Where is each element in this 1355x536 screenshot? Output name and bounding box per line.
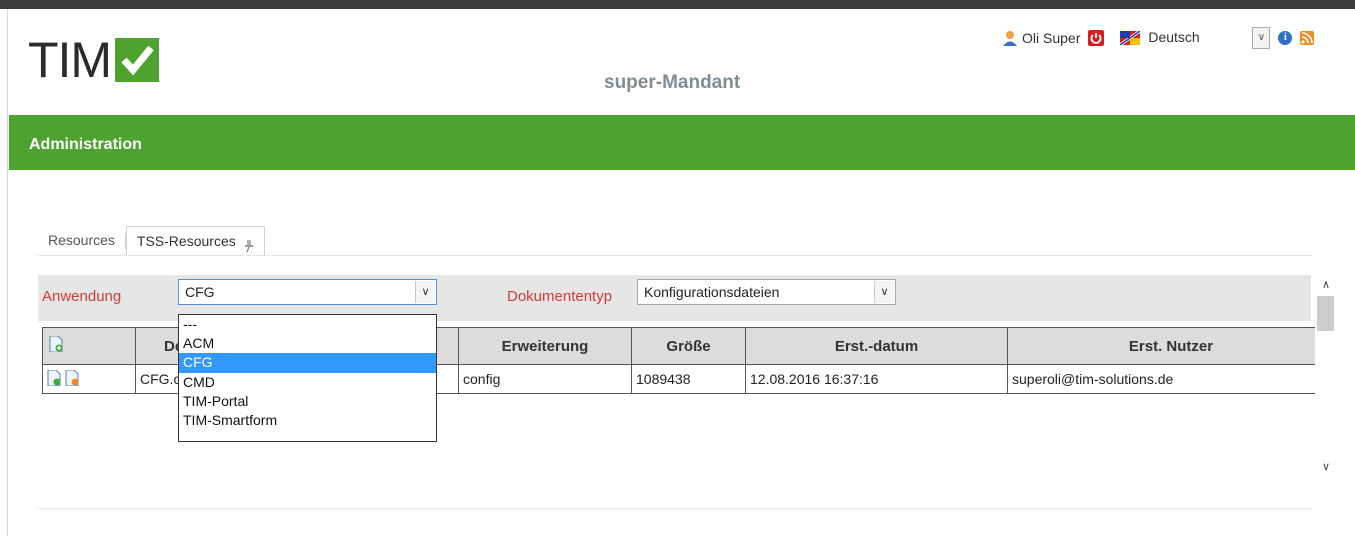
dropdown-option[interactable]: ---	[179, 315, 436, 334]
administration-title[interactable]: Administration	[29, 136, 142, 154]
dokumententyp-value: Konfigurationsdateien	[644, 284, 780, 300]
chevron-down-icon[interactable]: ∨	[874, 281, 894, 303]
delete-document-icon[interactable]	[65, 369, 79, 386]
user-icon	[1002, 30, 1018, 46]
tab-label: TSS-Resources	[136, 233, 236, 249]
language-value: Deutsch	[1148, 29, 1200, 45]
language-select[interactable]: Deutsch ∨	[1146, 27, 1271, 49]
dropdown-option[interactable]: TIM-Portal	[179, 392, 436, 411]
logo-text: TIM	[28, 32, 112, 88]
anwendung-select[interactable]: CFG ∨	[178, 279, 437, 305]
tab-bar: Resources TSS-Resources	[38, 226, 265, 256]
logout-icon[interactable]	[1088, 30, 1105, 46]
column-header[interactable]: Größe	[631, 327, 746, 365]
window-left-border	[0, 9, 8, 536]
chevron-down-icon[interactable]: ∨	[1252, 27, 1271, 49]
cell-date: 12.08.2016 16:37:16	[745, 364, 1008, 394]
cell-extension: config	[458, 364, 632, 394]
row-actions	[42, 364, 136, 394]
flag-icon	[1119, 29, 1142, 47]
column-header[interactable]: Erst.-datum	[745, 327, 1008, 365]
vertical-scrollbar[interactable]: ∧ ∨	[1315, 274, 1337, 476]
tim-logo[interactable]: TIM	[28, 32, 160, 88]
user-name[interactable]: Oli Super	[1022, 30, 1080, 46]
anwendung-value: CFG	[185, 284, 215, 300]
edit-document-icon[interactable]	[47, 369, 61, 386]
dropdown-option-selected[interactable]: CFG	[179, 353, 436, 373]
scroll-down-icon[interactable]: ∨	[1319, 460, 1333, 474]
cell-size: 1089438	[631, 364, 746, 394]
chevron-down-icon[interactable]: ∨	[415, 281, 435, 303]
scroll-up-icon[interactable]: ∧	[1319, 278, 1333, 292]
user-toolbar: Oli Super Deutsch ∨ i	[1002, 27, 1315, 49]
add-document-icon[interactable]	[42, 327, 136, 365]
dropdown-option[interactable]: ACM	[179, 334, 436, 353]
dropdown-option[interactable]: TIM-Smartform	[179, 411, 436, 430]
bottom-divider	[38, 508, 1311, 509]
window-top-border	[0, 0, 1355, 9]
pin-icon[interactable]	[244, 234, 254, 253]
rss-icon[interactable]	[1300, 31, 1315, 45]
checkmark-icon	[115, 38, 160, 82]
column-header[interactable]: Erst. Nutzer	[1007, 327, 1335, 365]
tab-tss-resources[interactable]: TSS-Resources	[125, 226, 265, 256]
tab-resources[interactable]: Resources	[38, 226, 125, 256]
info-icon[interactable]: i	[1278, 31, 1293, 45]
tab-divider	[38, 255, 1311, 256]
administration-bar: Administration	[9, 115, 1355, 170]
tenant-name: super-Mandant	[604, 72, 741, 93]
dropdown-option[interactable]: CMD	[179, 373, 436, 392]
cell-user: superoli@tim-solutions.de	[1007, 364, 1335, 394]
anwendung-label: Anwendung	[42, 288, 122, 305]
column-header[interactable]: Erweiterung	[458, 327, 632, 365]
dokumententyp-label: Dokumententyp	[507, 288, 613, 305]
anwendung-dropdown-list: --- ACM CFG CMD TIM-Portal TIM-Smartform	[178, 314, 437, 442]
scroll-thumb[interactable]	[1317, 296, 1334, 331]
dokumententyp-select[interactable]: Konfigurationsdateien ∨	[637, 279, 896, 305]
